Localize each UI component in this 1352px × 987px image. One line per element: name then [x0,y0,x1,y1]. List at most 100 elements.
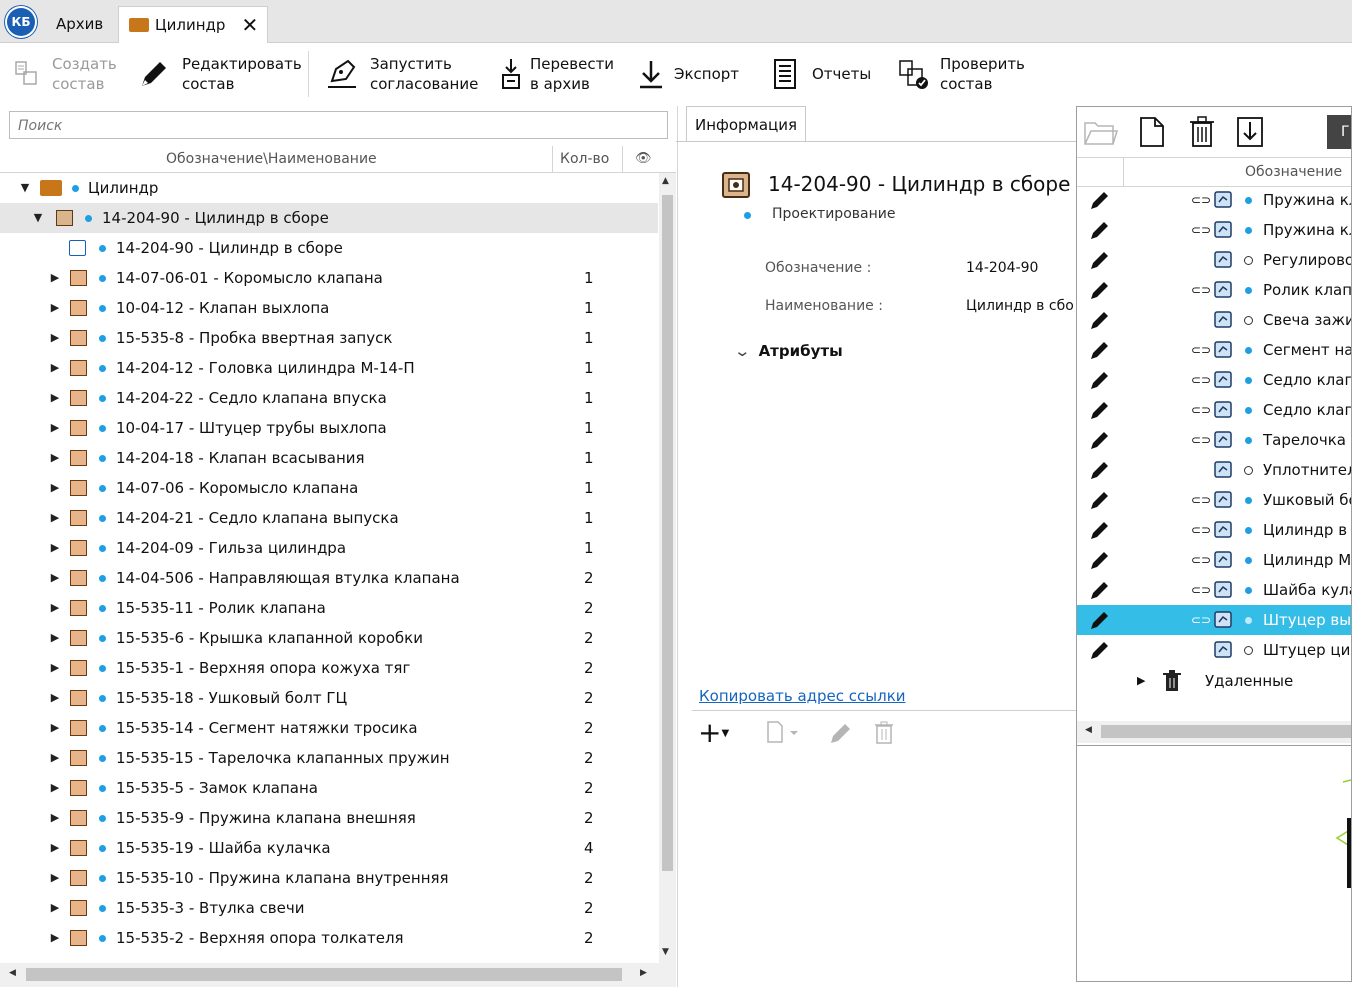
pencil-icon[interactable] [1089,189,1111,211]
expand-arrow-icon[interactable]: ▶ [48,533,62,563]
folder-icon[interactable] [1083,117,1119,149]
expand-arrow-icon[interactable]: ▶ [48,923,62,953]
reports-button[interactable]: Отчеты [770,43,871,105]
horizontal-scrollbar[interactable]: ◀ [1077,721,1351,743]
expand-arrow-icon[interactable]: ▶ [48,413,62,443]
right-row[interactable]: ⊂⊃ Штуцер вых [1077,605,1351,635]
scroll-thumb[interactable] [662,195,673,871]
download-icon[interactable] [1235,115,1265,149]
tree-row[interactable]: ▶ 15-535-8 - Пробка ввертная запуск 1 [0,323,658,353]
scroll-thumb[interactable] [1101,725,1351,738]
tree-row[interactable]: ▶ 15-535-9 - Пружина клапана внешняя 2 [0,803,658,833]
trash-icon[interactable] [873,720,895,746]
right-row[interactable]: ⊂⊃ Седло клапа [1077,395,1351,425]
pencil-icon[interactable] [1089,249,1111,271]
tab-cylinder[interactable]: Цилиндр ✕ [118,6,268,43]
column-header-designation[interactable]: Обозначение\Наименование [166,146,377,172]
pencil-icon[interactable] [1089,279,1111,301]
pencil-icon[interactable] [1089,549,1111,571]
pencil-icon[interactable] [1089,459,1111,481]
pencil-icon[interactable] [1089,519,1111,541]
tree-row-root[interactable]: ▼ Цилиндр [0,173,658,203]
tree-row[interactable]: ▶ 14-204-12 - Головка цилиндра М-14-П 1 [0,353,658,383]
close-icon[interactable]: ✕ [241,13,258,37]
expand-arrow-icon[interactable]: ▼ [31,203,45,233]
trash-icon[interactable] [1187,115,1217,149]
tree-row[interactable]: ▶ 15-535-15 - Тарелочка клапанных пружин 2 [0,743,658,773]
tree-row[interactable]: ▶ 15-535-1 - Верхняя опора кожуха тяг 2 [0,653,658,683]
pencil-icon[interactable] [1089,609,1111,631]
tree-row[interactable]: ▶ 15-535-18 - Ушковый болт ГЦ 2 [0,683,658,713]
pencil-icon[interactable] [1089,309,1111,331]
expand-arrow-icon[interactable]: ▶ [48,353,62,383]
search-input[interactable] [16,113,660,139]
tree-row[interactable]: ▶ 10-04-17 - Штуцер трубы выхлопа 1 [0,413,658,443]
expand-arrow-icon[interactable]: ▶ [48,833,62,863]
tree-row[interactable]: ▶ 15-535-5 - Замок клапана 2 [0,773,658,803]
right-row[interactable]: ⊂⊃ Тарелочка к [1077,425,1351,455]
tree-row[interactable]: ▶ 14-204-21 - Седло клапана выпуска 1 [0,503,658,533]
vertical-scrollbar[interactable]: ▲ ▼ [659,173,676,963]
pencil-icon[interactable] [1089,369,1111,391]
app-logo[interactable]: КБ [5,6,37,38]
tree-row[interactable]: ▶ 15-535-10 - Пружина клапана внутренняя 2 [0,863,658,893]
expand-arrow-icon[interactable]: ▶ [48,503,62,533]
tree-row[interactable]: ▶ 14-204-09 - Гильза цилиндра 1 [0,533,658,563]
pencil-icon[interactable] [828,720,854,746]
tab-information[interactable]: Информация [686,106,806,142]
right-row[interactable]: ⊂⊃ Седло клапа [1077,365,1351,395]
expand-arrow-icon[interactable]: ▶ [48,263,62,293]
edit-composition-button[interactable]: Редактировать состав [136,43,302,105]
expand-arrow-icon[interactable]: ▶ [48,893,62,923]
expand-arrow-icon[interactable]: ▶ [48,623,62,653]
dark-button[interactable]: Г [1327,115,1351,149]
pencil-icon[interactable] [1089,429,1111,451]
tree-row[interactable]: ▶ 10-04-12 - Клапан выхлопа 1 [0,293,658,323]
new-document-icon[interactable] [764,718,800,748]
right-row[interactable]: Уплотнител [1077,455,1351,485]
new-document-icon[interactable] [1137,115,1167,149]
expand-arrow-icon[interactable]: ▶ [48,473,62,503]
pencil-icon[interactable] [1089,339,1111,361]
tree-row-assembly-doc[interactable]: 14-204-90 - Цилиндр в сборе [0,233,658,263]
expand-arrow-icon[interactable]: ▶ [48,443,62,473]
expand-arrow-icon[interactable]: ▶ [48,653,62,683]
tree-row[interactable]: ▶ 15-535-6 - Крышка клапанной коробки 2 [0,623,658,653]
tab-archive[interactable]: Архив [48,6,124,42]
pencil-icon[interactable] [1089,399,1111,421]
horizontal-scrollbar[interactable]: ◀ ▶ [0,963,676,987]
scroll-left-icon[interactable]: ◀ [9,968,16,978]
pencil-icon[interactable] [1089,489,1111,511]
expand-arrow-icon[interactable]: ▶ [48,563,62,593]
expand-arrow-icon[interactable]: ▶ [48,773,62,803]
right-row[interactable]: ⊂⊃ Ролик клапа [1077,275,1351,305]
create-composition-button[interactable]: Создать состав [12,43,117,105]
pencil-icon[interactable] [1089,579,1111,601]
column-header-designation[interactable]: Обозначение [1245,158,1342,186]
expand-arrow-icon[interactable]: ▶ [1137,666,1145,696]
expand-arrow-icon[interactable]: ▶ [48,803,62,833]
move-to-archive-button[interactable]: Перевести в архив [498,43,614,105]
deleted-row[interactable]: ▶ Удаленные [1077,666,1351,696]
expand-arrow-icon[interactable]: ▼ [18,173,32,203]
tree-row[interactable]: ▶ 14-07-06 - Коромысло клапана 1 [0,473,658,503]
tree-row[interactable]: ▶ 14-204-18 - Клапан всасывания 1 [0,443,658,473]
expand-arrow-icon[interactable]: ▶ [48,383,62,413]
right-row[interactable]: ⊂⊃ Ушковый бо [1077,485,1351,515]
scroll-left-icon[interactable]: ◀ [1085,725,1092,735]
right-row[interactable]: Регулирово [1077,245,1351,275]
expand-arrow-icon[interactable]: ▶ [48,863,62,893]
tree-row[interactable]: ▶ 15-535-14 - Сегмент натяжки тросика 2 [0,713,658,743]
right-row[interactable]: ⊂⊃ Цилиндр М [1077,545,1351,575]
scroll-right-icon[interactable]: ▶ [640,968,647,978]
start-approval-button[interactable]: Запустить согласование [324,43,478,105]
pencil-icon[interactable] [1089,639,1111,661]
right-row[interactable]: ⊂⊃ Шайба кула [1077,575,1351,605]
tree-row[interactable]: ▶ 15-535-19 - Шайба кулачка 4 [0,833,658,863]
attributes-section[interactable]: ⌄ Атрибуты [733,342,842,360]
expand-arrow-icon[interactable]: ▶ [48,323,62,353]
tree-row-assembly[interactable]: ▼ 14-204-90 - Цилиндр в сборе [0,203,658,233]
expand-arrow-icon[interactable]: ▶ [48,743,62,773]
right-row[interactable]: ⊂⊃ Пружина кл [1077,215,1351,245]
right-row[interactable]: ⊂⊃ Сегмент нат [1077,335,1351,365]
